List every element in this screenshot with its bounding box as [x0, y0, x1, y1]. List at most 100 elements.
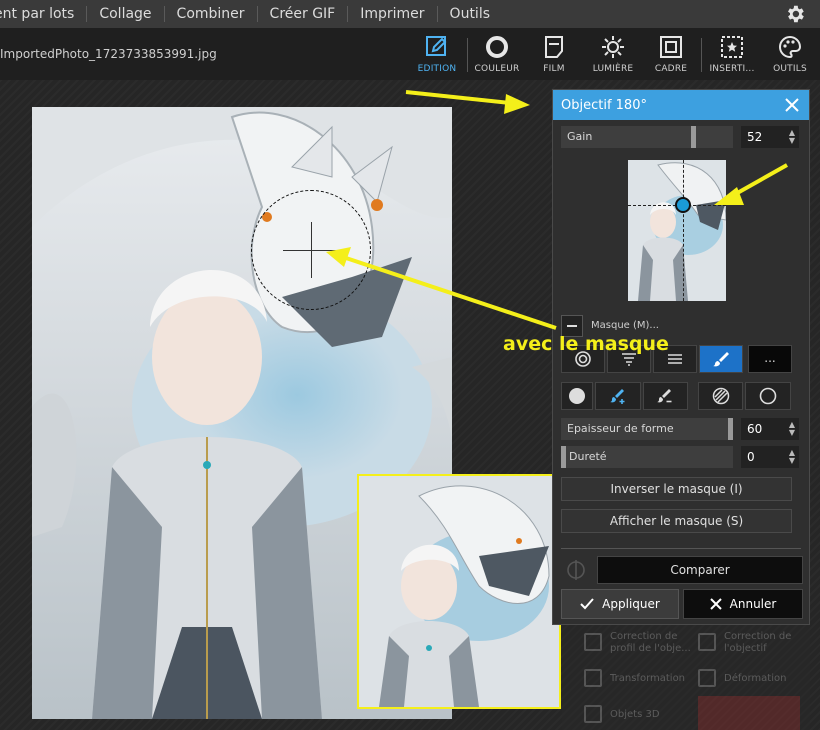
edit-icon	[426, 36, 447, 56]
file-name: ImportedPhoto_1723733853991.jpg	[0, 47, 217, 61]
slider-track[interactable]: Dureté	[561, 446, 733, 468]
compare-split-icon[interactable]	[561, 556, 591, 584]
slider-track[interactable]: Epaisseur de forme	[561, 418, 733, 440]
tool-label: OUTILS	[773, 64, 807, 74]
toolbar-divider	[701, 38, 702, 72]
tool-outils[interactable]: OUTILS	[762, 32, 818, 78]
empty-mask-button[interactable]	[745, 382, 791, 410]
hardness-slider[interactable]: Dureté 0 ▲ ▼	[561, 446, 799, 468]
menu-bar: ent par lots Collage Combiner Créer GIF …	[0, 0, 820, 28]
tool-frame[interactable]: CADRE	[643, 32, 699, 78]
menu-item-batch[interactable]: ent par lots	[0, 6, 88, 22]
hatched-circle-icon	[712, 387, 729, 405]
hardness-value-field[interactable]: 0 ▲ ▼	[741, 446, 799, 468]
background-tools-panel: Correction de profil de l'obje... Correc…	[562, 625, 810, 730]
shape-thickness-value-field[interactable]: 60 ▲ ▼	[741, 418, 799, 440]
tool-label: FILM	[543, 64, 565, 74]
shape-thickness-label: Epaisseur de forme	[567, 422, 674, 435]
annotation-label: avec le masque	[503, 333, 669, 355]
toolbar: ImportedPhoto_1723733853991.jpg EDITION …	[0, 28, 820, 80]
brush-erase-button[interactable]	[642, 382, 689, 410]
brush-size-dot-button[interactable]	[561, 382, 593, 410]
slider-track[interactable]: Gain	[561, 126, 733, 148]
apply-label: Appliquer	[602, 597, 660, 611]
thumbnail-image	[628, 160, 726, 301]
show-mask-button[interactable]: Afficher le masque (S)	[561, 509, 792, 533]
insert-star-icon	[721, 36, 743, 58]
spinner-arrows-icon[interactable]: ▲ ▼	[789, 129, 795, 145]
compare-button[interactable]: Comparer	[597, 556, 803, 584]
shape-thickness-slider[interactable]: Epaisseur de forme 60 ▲ ▼	[561, 418, 799, 440]
brush-plus-icon	[609, 389, 625, 404]
brush-icon	[713, 352, 729, 367]
apply-button[interactable]: Appliquer	[561, 589, 679, 619]
gain-value-field[interactable]: 52 ▲ ▼	[741, 126, 799, 148]
menu-item-combine[interactable]: Combiner	[165, 6, 258, 22]
close-x-icon	[709, 598, 722, 610]
brush-minus-icon	[657, 389, 672, 403]
tool-label: INSERTI...	[709, 64, 755, 74]
gear-icon[interactable]	[784, 3, 806, 25]
menu-item-create-gif[interactable]: Créer GIF	[258, 6, 349, 22]
tool-label: LUMIÈRE	[592, 64, 634, 74]
invert-mask-button[interactable]: Inverser le masque (I)	[561, 477, 792, 501]
gain-slider[interactable]: Gain 52 ▲ ▼	[561, 126, 799, 148]
brush-tools-row	[561, 382, 791, 410]
menu-item-collage[interactable]: Collage	[87, 6, 165, 22]
close-icon[interactable]	[783, 96, 801, 114]
lens-profile-item[interactable]: Correction de profil de l'obje...	[610, 631, 692, 655]
brush-mask-button[interactable]	[699, 345, 743, 373]
lens-180-panel: Objectif 180° Gain 52 ▲▼ Masque (M)...	[552, 89, 810, 625]
tool-light[interactable]: LUMIÈRE	[585, 32, 641, 78]
sun-icon	[602, 36, 624, 58]
panel-divider	[561, 548, 801, 549]
lens-center-thumbnail[interactable]	[628, 160, 726, 301]
cancel-label: Annuler	[729, 597, 777, 611]
slider-handle[interactable]	[691, 126, 696, 148]
mask-label[interactable]: Masque (M)...	[591, 320, 659, 331]
shape-thickness-value: 60	[747, 422, 763, 436]
slider-handle[interactable]	[561, 446, 566, 468]
gain-value: 52	[747, 130, 763, 144]
checkmark-icon	[580, 598, 594, 610]
tool-edition[interactable]: EDITION	[409, 32, 465, 78]
tool-label: COULEUR	[474, 64, 520, 74]
hardness-value: 0	[747, 450, 755, 464]
film-icon	[545, 36, 563, 58]
tool-label: CADRE	[654, 64, 688, 74]
preview-image	[359, 476, 559, 707]
gain-label: Gain	[567, 130, 593, 143]
toolbar-divider	[467, 38, 468, 72]
lens-profile-icon	[584, 633, 602, 651]
hardness-label: Dureté	[569, 450, 607, 463]
3d-objects-item[interactable]: Objets 3D	[610, 709, 660, 721]
brush-add-button[interactable]	[595, 382, 641, 410]
menu-item-tools[interactable]: Outils	[438, 6, 502, 22]
transform-item[interactable]: Transformation	[610, 673, 685, 685]
tool-insert[interactable]: INSERTI...	[704, 32, 760, 78]
filled-circle-icon	[569, 388, 585, 404]
slider-handle[interactable]	[728, 418, 733, 440]
cancel-button[interactable]: Annuler	[683, 589, 803, 619]
transform-icon	[584, 669, 602, 687]
tool-color[interactable]: COULEUR	[469, 32, 525, 78]
spinner-arrows-icon[interactable]: ▲ ▼	[789, 421, 795, 437]
red-tool-tile[interactable]	[698, 696, 800, 730]
deform-icon	[698, 669, 716, 687]
tool-gap	[690, 382, 696, 410]
lens-center-pin[interactable]	[675, 197, 691, 213]
menu-item-print[interactable]: Imprimer	[348, 6, 438, 22]
tool-label: EDITION	[417, 64, 457, 74]
more-options-button[interactable]: ...	[748, 345, 792, 373]
tool-film[interactable]: FILM	[526, 32, 582, 78]
frame-icon	[660, 36, 682, 58]
crosshair-vertical	[311, 222, 312, 278]
color-circle-icon	[486, 36, 508, 58]
3d-objects-icon	[584, 705, 602, 723]
deform-item[interactable]: Déformation	[724, 673, 786, 685]
hatch-mask-button[interactable]	[697, 382, 744, 410]
panel-header: Objectif 180°	[553, 90, 809, 120]
lens-correction-item[interactable]: Correction de l'objectif	[724, 631, 806, 655]
center-guide-vertical	[683, 160, 684, 301]
spinner-arrows-icon[interactable]: ▲ ▼	[789, 449, 795, 465]
